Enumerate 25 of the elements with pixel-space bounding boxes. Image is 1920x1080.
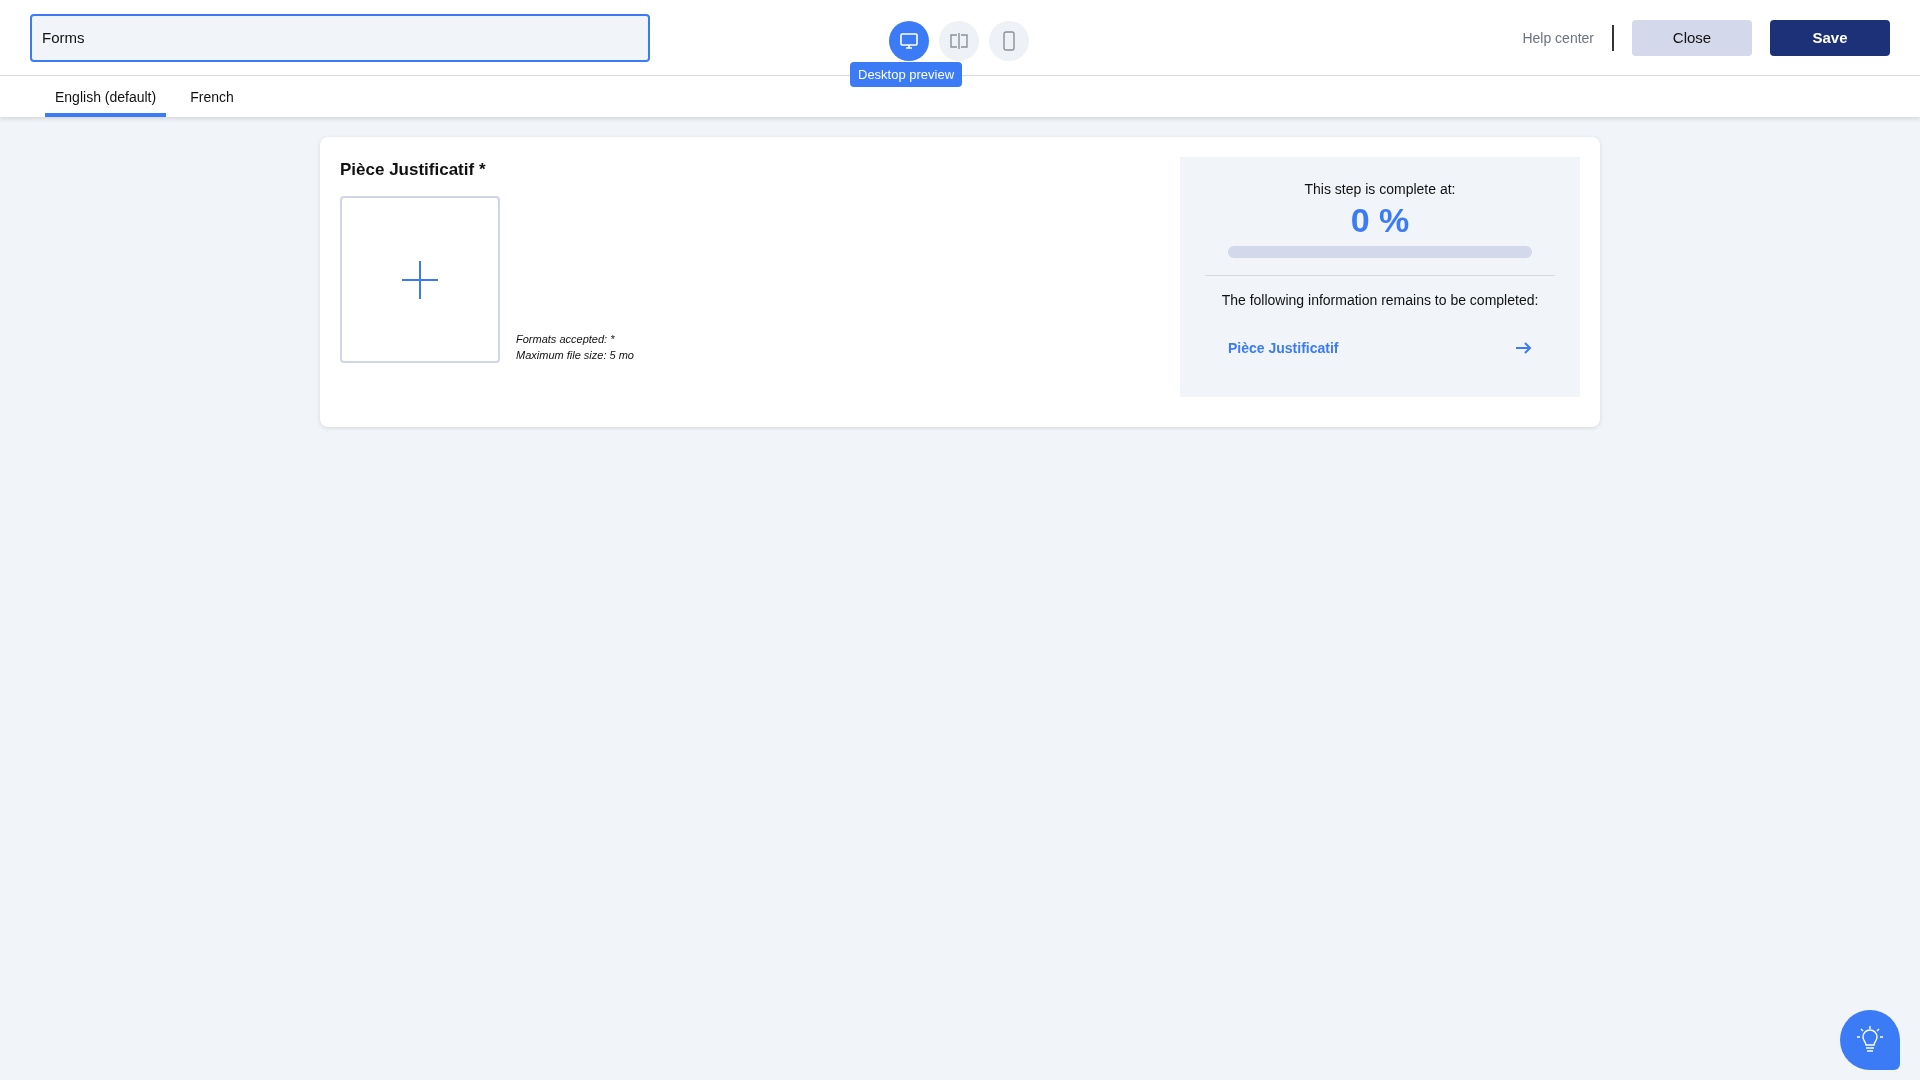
preview-mode-button[interactable]	[989, 21, 1029, 61]
close-button[interactable]: Close	[1632, 19, 1752, 56]
size-hint: Maximum file size: 5 mo	[516, 348, 634, 363]
tips-button[interactable]	[1840, 1010, 1900, 1070]
upload-button[interactable]	[340, 196, 500, 363]
save-button[interactable]: Save	[1770, 19, 1890, 56]
split-view-icon	[949, 33, 969, 49]
preview-mode-button[interactable]	[939, 21, 979, 61]
form-title-field[interactable]: Forms	[30, 13, 650, 62]
lightbulb-icon	[1857, 1026, 1883, 1054]
remaining-caption: The following information remains to be completed:	[1221, 292, 1539, 308]
phone-icon	[1003, 31, 1015, 51]
language-tab[interactable]: French	[180, 76, 244, 117]
preview-mode-button[interactable]	[889, 21, 929, 61]
language-tab[interactable]: English (default)	[45, 76, 167, 117]
monitor-icon	[900, 33, 918, 49]
help-link[interactable]: Help center	[1522, 24, 1614, 51]
remaining-item-link[interactable]: Pièce Justificatif	[1228, 340, 1532, 356]
tooltip: Desktop preview	[850, 62, 963, 87]
progress-percent: 0 %	[1350, 201, 1410, 240]
plus-icon	[402, 260, 438, 299]
formats-hint: Formats accepted: *	[516, 332, 616, 347]
field-label: Pièce Justificatif *	[340, 160, 487, 180]
progress-caption: This step is complete at:	[1304, 181, 1456, 197]
arrow-right-icon	[1516, 342, 1532, 354]
